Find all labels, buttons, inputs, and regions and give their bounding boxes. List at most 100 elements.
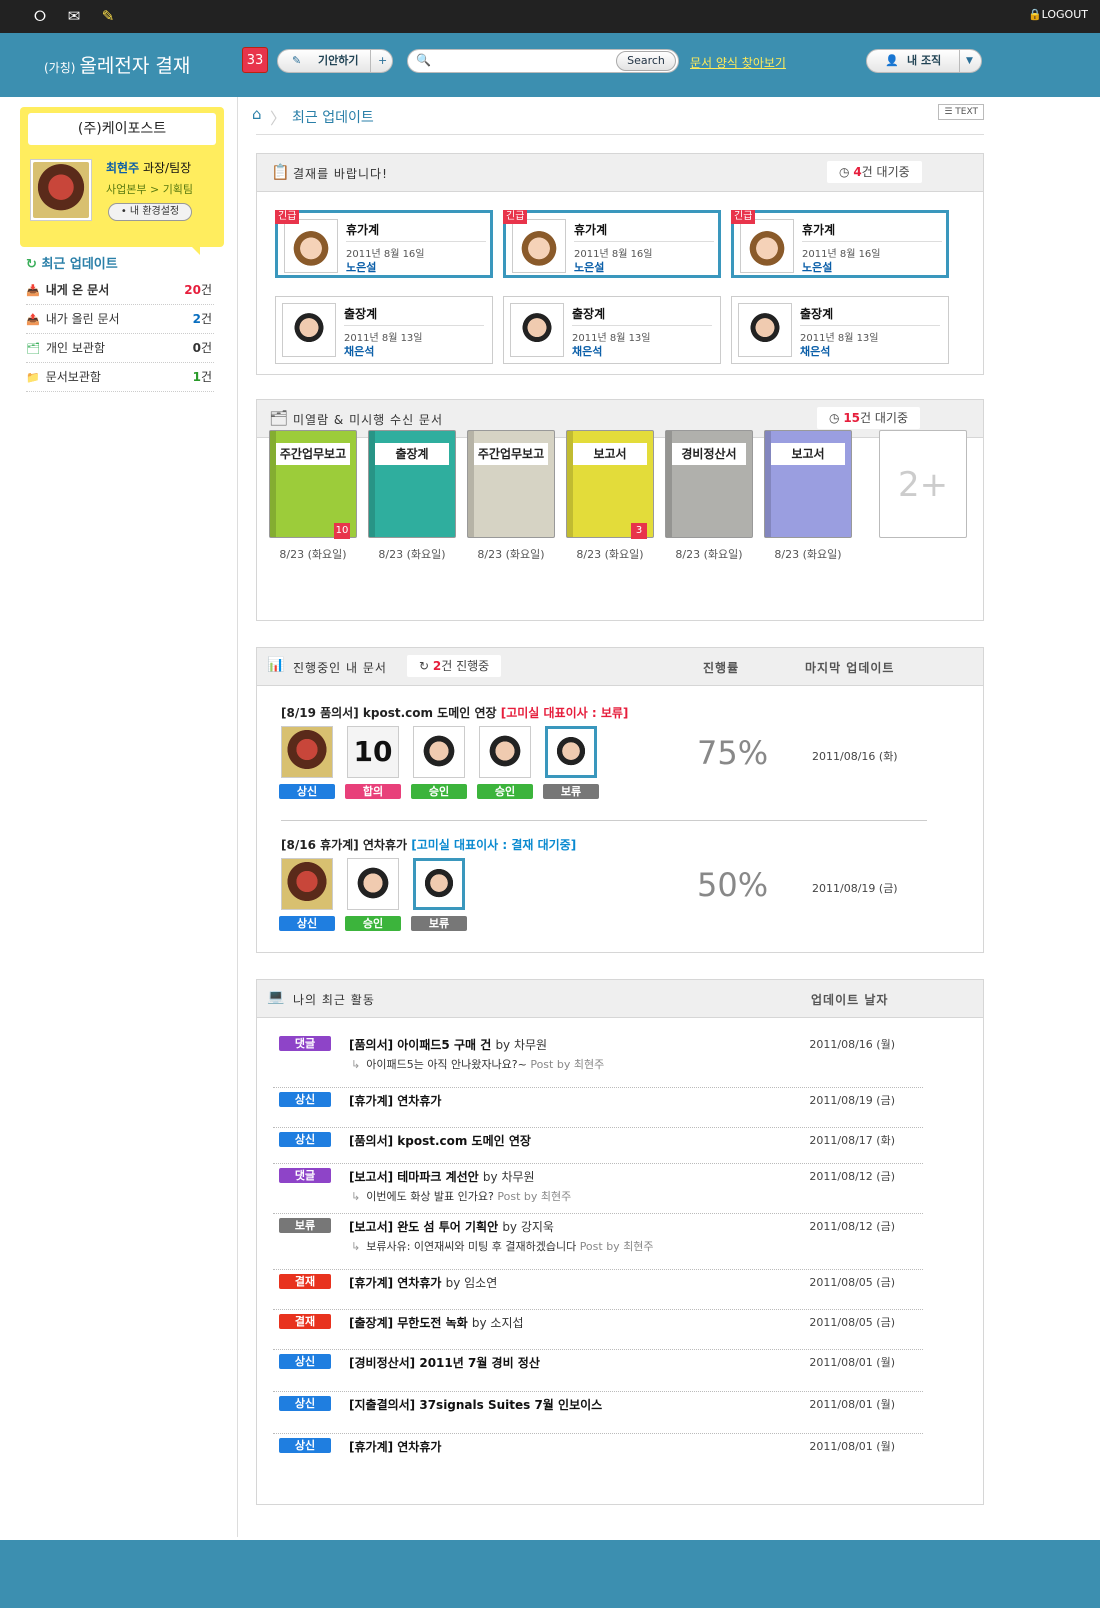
- sidebar-item[interactable]: 📤 내가 올린 문서 2건: [26, 306, 214, 334]
- in-progress-header: 📊 진행중인 내 문서 ↻ 2건 진행중 진행률 마지막 업데이트: [257, 648, 983, 686]
- book-label: 출장계: [375, 443, 449, 465]
- approver-face: [348, 859, 398, 909]
- avatar-image: [741, 306, 789, 354]
- edit-icon[interactable]: ✎: [98, 7, 118, 25]
- reply-arrow-icon: ↳: [351, 1190, 361, 1203]
- more-label: 2+: [897, 465, 949, 505]
- approver-photo[interactable]: [479, 726, 531, 778]
- search-button[interactable]: Search: [616, 51, 676, 71]
- activity-title-text: [휴가계] 연차휴가: [349, 1276, 446, 1290]
- comment-text: 아이패드5는 아직 안나왔자나요?~: [366, 1058, 531, 1071]
- activity-title-text: [보고서] 완도 섬 투어 기획안: [349, 1220, 503, 1234]
- book-label: 주간업무보고: [474, 443, 548, 465]
- activity-row[interactable]: 상신 [경비정산서] 2011년 7월 경비 정산 2011/08/01 (월): [273, 1354, 923, 1392]
- profile-name: 최현주 과장/팀장: [106, 159, 191, 176]
- progress-doc-title[interactable]: [8/19 품의서] kpost.com 도메인 연장 [고미실 대표이사 : …: [281, 704, 628, 721]
- approver-photo[interactable]: 10: [347, 726, 399, 778]
- search-input[interactable]: [434, 53, 604, 69]
- document-book[interactable]: 주간업무보고: [467, 430, 555, 538]
- approver-photo[interactable]: [413, 726, 465, 778]
- card-date: 2011년 8월 13일: [344, 333, 423, 344]
- activity-date: 2011/08/01 (월): [809, 1356, 895, 1369]
- activity-row[interactable]: 상신 [휴가계] 연차휴가 2011/08/01 (월): [273, 1438, 923, 1476]
- document-book[interactable]: 보고서 3: [566, 430, 654, 539]
- sidebar-item-label: 내가 올린 문서: [45, 312, 120, 326]
- chevron-down-icon[interactable]: ▼: [959, 50, 973, 72]
- count-unit: 건: [200, 283, 212, 297]
- approver-photo[interactable]: [545, 726, 597, 778]
- progress-doc-title[interactable]: [8/16 휴가계] 연차휴가 [고미실 대표이사 : 결재 대기중]: [281, 836, 576, 853]
- card-doc-type: 출장계: [800, 305, 940, 326]
- card-author: 채은석: [344, 345, 375, 358]
- approval-card[interactable]: 긴급 휴가계 2011년 8월 16일 노은설: [275, 210, 493, 278]
- header: (가칭) 올레전자 결재 33 ✎ 기안하기 + 🔍 Search 문서 양식 찾…: [0, 33, 1100, 97]
- document-book[interactable]: 경비정산서: [665, 430, 753, 538]
- activity-title-text: [품의서] kpost.com 도메인 연장: [349, 1134, 531, 1148]
- draft-plus[interactable]: +: [370, 50, 387, 72]
- draft-icon: ✎: [292, 54, 302, 67]
- unread-wait-count: ◷ 15건 대기중: [817, 407, 920, 429]
- notification-badge[interactable]: 33: [242, 47, 268, 73]
- top-bar: ⭘ ✉ ✎ 🔒LOGOUT: [0, 0, 1100, 33]
- in-progress-title: 진행중인 내 문서: [293, 661, 387, 675]
- document-book[interactable]: 출장계: [368, 430, 456, 538]
- count-number: 0: [192, 341, 201, 355]
- sidebar-item[interactable]: 🗂 개인 보관함 0건: [26, 335, 214, 363]
- avatar-image: [513, 306, 561, 354]
- book-badge: 10: [334, 523, 350, 539]
- approver-face: [282, 727, 332, 777]
- refresh-icon: ↻: [26, 257, 37, 272]
- activity-title-text: [휴가계] 연차휴가: [349, 1094, 442, 1108]
- card-author: 채은석: [800, 345, 831, 358]
- text-view-button[interactable]: ☰ TEXT: [938, 104, 984, 120]
- form-search-link[interactable]: 문서 양식 찾아보기: [690, 54, 786, 71]
- activity-title-text: [품의서] 아이패드5 구매 건: [349, 1038, 496, 1052]
- sidebar-item[interactable]: 📥 내게 온 문서 20건: [26, 277, 214, 305]
- activity-row[interactable]: 보류 [보고서] 완도 섬 투어 기획안 by 강지욱 ↳ 보류사유: 이연재씨와 미…: [273, 1218, 923, 1270]
- sidebar-item-label: 개인 보관함: [45, 341, 105, 355]
- urgent-tag: 긴급: [731, 210, 756, 224]
- activity-text: [품의서] 아이패드5 구매 건 by 차무원: [349, 1036, 547, 1053]
- document-book[interactable]: 주간업무보고 10: [269, 430, 357, 539]
- activity-tag: 상신: [279, 1438, 331, 1453]
- reply-arrow-icon: ↳: [351, 1058, 361, 1071]
- activity-row[interactable]: 상신 [휴가계] 연차휴가 2011/08/19 (금): [273, 1092, 923, 1128]
- activity-row[interactable]: 상신 [품의서] kpost.com 도메인 연장 2011/08/17 (화): [273, 1132, 923, 1164]
- activity-tag: 상신: [279, 1396, 331, 1411]
- approver-number: 10: [353, 735, 393, 768]
- approval-card[interactable]: 긴급 휴가계 2011년 8월 16일 노은설: [503, 210, 721, 278]
- org-button[interactable]: 👤 내 조직 ▼: [866, 49, 982, 73]
- activity-row[interactable]: 상신 [지출결의서] 37signals Suites 7월 인보이스 2011/0…: [273, 1396, 923, 1434]
- approver-photo[interactable]: [281, 858, 333, 910]
- activity-row[interactable]: 결재 [휴가계] 연차휴가 by 임소연 2011/08/05 (금): [273, 1274, 923, 1310]
- approver-photo[interactable]: [281, 726, 333, 778]
- more-books-button[interactable]: 2+: [879, 430, 967, 538]
- profile-box: (주)케이포스트 최현주 과장/팀장 사업본부 > 기획팀 • 내 환경설정: [20, 107, 224, 247]
- logout-button[interactable]: 🔒LOGOUT: [1028, 8, 1088, 21]
- approver-status: 승인: [345, 916, 401, 931]
- draft-button[interactable]: ✎ 기안하기 +: [277, 49, 393, 73]
- approval-card[interactable]: 출장계 2011년 8월 13일 채은석: [731, 296, 949, 364]
- recent-update-title[interactable]: ↻ 최근 업데이트: [26, 253, 118, 272]
- approval-card[interactable]: 출장계 2011년 8월 13일 채은석: [275, 296, 493, 364]
- mail-icon[interactable]: ✉: [64, 7, 84, 25]
- sidebar-item[interactable]: 📁 문서보관함 1건: [26, 364, 214, 392]
- brand-title[interactable]: (가칭) 올레전자 결재: [44, 51, 190, 78]
- activity-row[interactable]: 댓글 [보고서] 테마파크 계선안 by 차무원 ↳ 이번에도 화상 발표 인가요? …: [273, 1168, 923, 1214]
- activity-title: 나의 최근 활동: [293, 993, 375, 1007]
- settings-button[interactable]: • 내 환경설정: [108, 203, 192, 221]
- document-book[interactable]: 보고서: [764, 430, 852, 538]
- approver-photo[interactable]: [413, 858, 465, 910]
- approval-card[interactable]: 출장계 2011년 8월 13일 채은석: [503, 296, 721, 364]
- home-icon[interactable]: ⌂: [252, 105, 262, 123]
- card-author: 노은설: [802, 261, 833, 274]
- home-logo-icon[interactable]: ⭘: [30, 7, 50, 25]
- activity-date: 2011/08/12 (금): [809, 1220, 895, 1233]
- activity-row[interactable]: 댓글 [품의서] 아이패드5 구매 건 by 차무원 ↳ 아이패드5는 아직 안나왔자…: [273, 1036, 923, 1088]
- approval-card[interactable]: 긴급 휴가계 2011년 8월 16일 노은설: [731, 210, 949, 278]
- card-doc-type: 출장계: [344, 305, 484, 326]
- activity-row[interactable]: 결재 [출장계] 무한도전 녹화 by 소지섭 2011/08/05 (금): [273, 1314, 923, 1350]
- approver-photo[interactable]: [347, 858, 399, 910]
- card-author: 채은석: [572, 345, 603, 358]
- card-date: 2011년 8월 13일: [572, 333, 651, 344]
